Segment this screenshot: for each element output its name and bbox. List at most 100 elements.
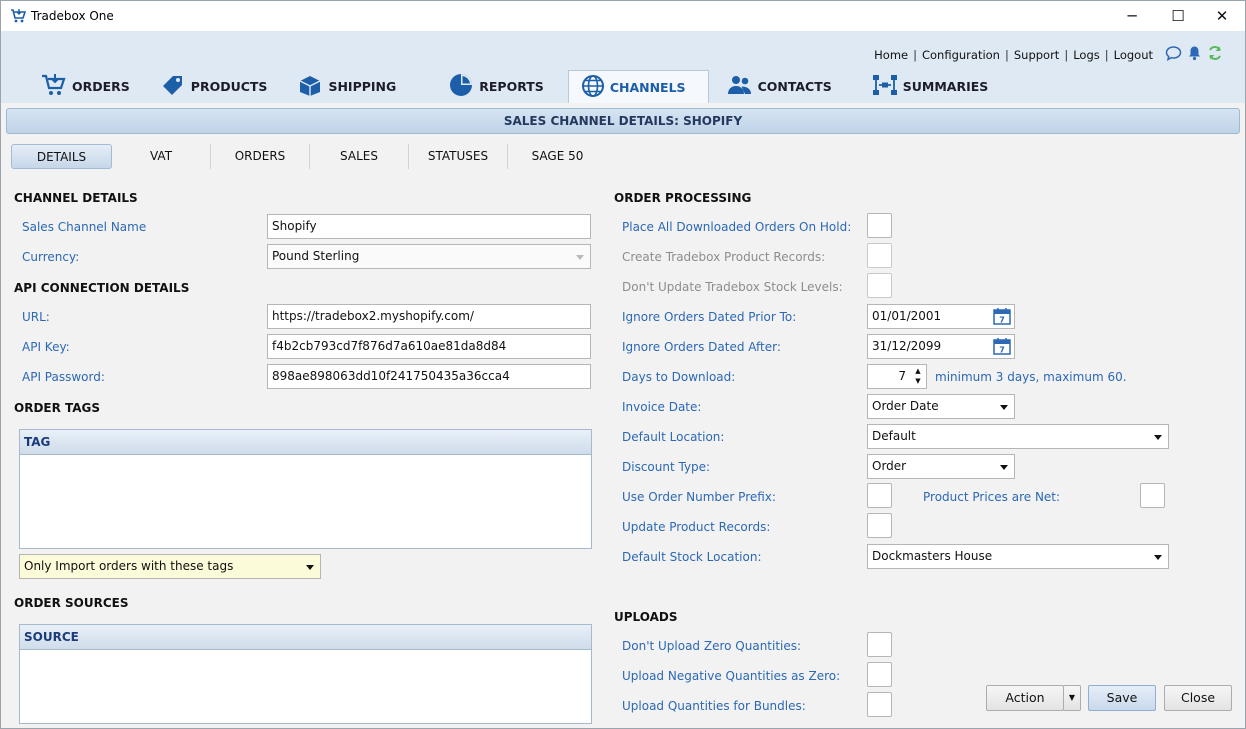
save-button[interactable]: Save [1088,685,1156,711]
days-hint: minimum 3 days, maximum 60. [935,370,1127,384]
page-title: SALES CHANNEL DETAILS: SHOPIFY [6,108,1240,134]
days-to-download-input[interactable]: 7 ▲ ▼ [867,364,927,389]
order-processing-heading: ORDER PROCESSING [614,191,752,205]
discount-type-select[interactable]: Order [867,454,1015,479]
tab-contacts[interactable]: CONTACTS [715,70,844,103]
url-label: URL: [22,310,50,324]
place-on-hold-label: Place All Downloaded Orders On Hold: [622,220,852,234]
tab-shipping[interactable]: SHIPPING [285,70,408,103]
tab-summaries[interactable]: SUMMARIES [860,70,1001,103]
prices-net-checkbox[interactable] [1140,483,1165,508]
dont-update-stock-checkbox[interactable] [867,273,892,298]
pie-chart-icon [448,73,479,100]
home-link[interactable]: Home [874,48,908,62]
prices-net-label: Product Prices are Net: [923,490,1061,504]
hierarchy-icon [872,73,903,100]
minimize-button[interactable]: ─ [1109,1,1155,31]
chat-icon[interactable] [1165,45,1182,64]
tab-reports[interactable]: REPORTS [436,70,556,103]
negative-qty-checkbox[interactable] [867,662,892,687]
discount-type-label: Discount Type: [622,460,711,474]
bundles-qty-checkbox[interactable] [867,692,892,717]
spinner-arrows-icon[interactable]: ▲ ▼ [913,366,923,386]
calendar-icon[interactable]: 7 [992,307,1012,326]
calendar-icon[interactable]: 7 [992,337,1012,356]
currency-select[interactable]: Pound Sterling [267,244,591,269]
window-title: Tradebox One [31,9,114,23]
app-logo-icon [10,8,27,27]
tab-products-label: PRODUCTS [190,79,268,94]
ignore-prior-label: Ignore Orders Dated Prior To: [622,310,797,324]
sales-channel-name-label: Sales Channel Name [22,220,147,234]
action-dropdown-chevron-down-icon[interactable]: ▼ [1063,685,1081,711]
subtab-sales[interactable]: SALES [310,144,409,169]
ignore-after-date-input[interactable]: 31/12/2099 7 [867,334,1015,359]
invoice-date-select[interactable]: Order Date [867,394,1015,419]
api-password-label: API Password: [22,370,105,384]
update-product-records-label: Update Product Records: [622,520,771,534]
api-heading: API CONNECTION DETAILS [14,281,190,295]
stock-location-select[interactable]: Dockmasters House [867,544,1169,569]
subtab-orders[interactable]: ORDERS [211,144,310,169]
source-column-header[interactable]: SOURCE [20,625,591,650]
cart-icon [41,73,72,100]
subtab-statuses[interactable]: STATUSES [409,144,508,169]
uploads-heading: UPLOADS [614,610,678,624]
support-link[interactable]: Support [1014,48,1059,62]
tab-channels[interactable]: CHANNELS [567,70,709,103]
dont-update-stock-label: Don't Update Tradebox Stock Levels: [622,280,843,294]
tab-reports-label: REPORTS [479,79,544,94]
order-tags-heading: ORDER TAGS [14,401,101,415]
sales-channel-name-input[interactable]: Shopify [267,214,591,239]
ignore-prior-date-value: 01/01/2001 [872,309,942,323]
bell-icon[interactable] [1187,45,1202,64]
close-window-button[interactable]: ✕ [1199,1,1245,31]
bundles-qty-label: Upload Quantities for Bundles: [622,699,806,713]
subtab-details[interactable]: DETAILS [11,144,112,169]
tab-orders[interactable]: ORDERS [31,70,142,103]
tag-column-header[interactable]: TAG [20,430,591,455]
tag-filter-select[interactable]: Only Import orders with these tags [19,554,321,579]
tab-products[interactable]: PRODUCTS [148,70,280,103]
svg-text:7: 7 [999,346,1005,355]
tab-summaries-label: SUMMARIES [902,79,989,94]
order-prefix-checkbox[interactable] [867,483,892,508]
negative-qty-label: Upload Negative Quantities as Zero: [622,669,841,683]
ignore-prior-date-input[interactable]: 01/01/2001 7 [867,304,1015,329]
days-to-download-value: 7 [898,369,906,383]
subtab-sage50[interactable]: SAGE 50 [508,144,607,169]
tab-contacts-label: CONTACTS [757,79,832,94]
ignore-after-date-value: 31/12/2099 [872,339,942,353]
order-prefix-label: Use Order Number Prefix: [622,490,776,504]
zero-qty-label: Don't Upload Zero Quantities: [622,639,802,653]
currency-label: Currency: [22,250,80,264]
ignore-after-label: Ignore Orders Dated After: [622,340,781,354]
api-key-label: API Key: [22,340,70,354]
place-on-hold-checkbox[interactable] [867,213,892,238]
api-password-input[interactable]: 898ae898063dd10f241750435a36cca4 [267,364,591,389]
default-location-label: Default Location: [622,430,725,444]
default-location-select[interactable]: Default [867,424,1169,449]
close-button[interactable]: Close [1164,685,1232,711]
top-links: Home | Configuration | Support | Logs | Logo… [874,45,1223,64]
logs-link[interactable]: Logs [1073,48,1100,62]
order-sources-heading: ORDER SOURCES [14,596,129,610]
box-icon [297,73,328,100]
create-product-records-checkbox[interactable] [867,243,892,268]
days-to-download-label: Days to Download: [622,370,736,384]
maximize-button[interactable]: ☐ [1155,1,1201,31]
refresh-icon[interactable] [1207,45,1223,64]
zero-qty-checkbox[interactable] [867,632,892,657]
configuration-link[interactable]: Configuration [922,48,1000,62]
tab-shipping-label: SHIPPING [328,79,397,94]
tab-orders-label: ORDERS [72,79,130,94]
order-tags-grid[interactable]: TAG [19,429,592,549]
url-input[interactable]: https://tradebox2.myshopify.com/ [267,304,591,329]
api-key-input[interactable]: f4b2cb793cd7f876d7a610ae81da8d84 [267,334,591,359]
order-sources-grid[interactable]: SOURCE [19,624,592,724]
main-tabs: ORDERS PRODUCTS SHIPPING REPORTS CHANNEL… [31,70,1006,103]
logout-link[interactable]: Logout [1114,48,1153,62]
action-button[interactable]: Action [986,685,1064,711]
update-product-records-checkbox[interactable] [867,513,892,538]
subtab-vat[interactable]: VAT [112,144,211,169]
